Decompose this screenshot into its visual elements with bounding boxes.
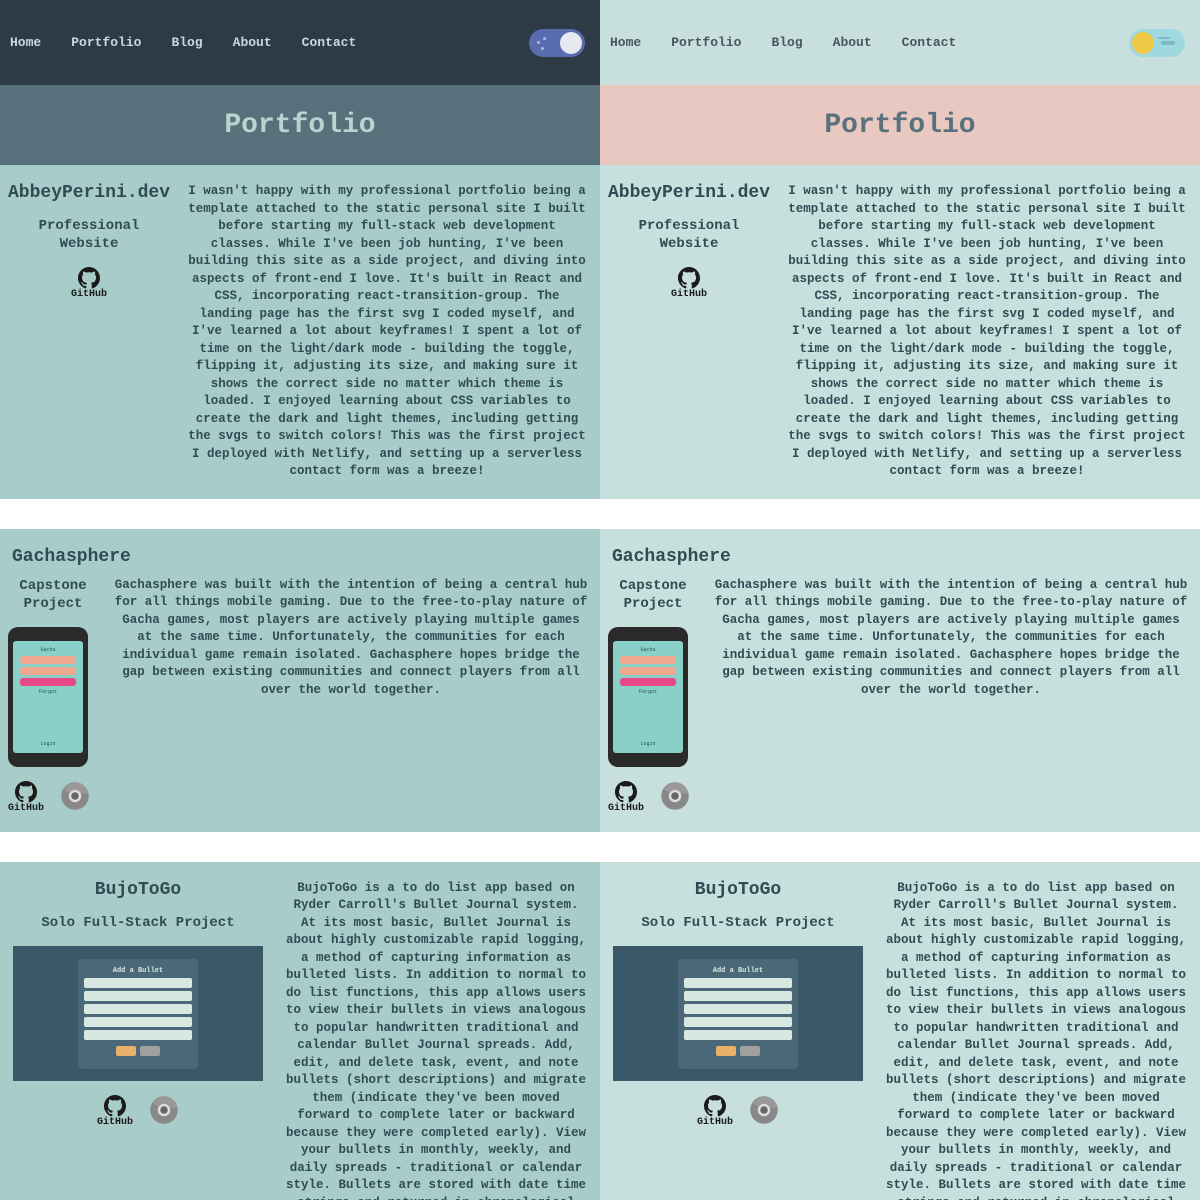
project-desc: I wasn't happy with my professional port… [182, 183, 592, 481]
github-icon[interactable]: GitHub [8, 781, 44, 814]
theme-toggle[interactable] [1129, 29, 1185, 57]
project-desc: I wasn't happy with my professional port… [782, 183, 1192, 481]
project-subtitle: Professional Website [8, 217, 170, 253]
project-subtitle: Solo Full-Stack Project [41, 914, 234, 932]
github-label: GitHub [71, 289, 107, 300]
nav-bar: Home Portfolio Blog About Contact [600, 0, 1200, 85]
chrome-icon[interactable] [660, 781, 690, 811]
github-label: GitHub [608, 803, 644, 814]
github-label: GitHub [697, 1117, 733, 1128]
github-icon[interactable]: GitHub [671, 267, 707, 300]
theme-toggle[interactable] [529, 29, 585, 57]
github-label: GitHub [8, 803, 44, 814]
project-subtitle: Professional Website [608, 217, 770, 253]
project-subtitle: Capstone Project [8, 577, 98, 613]
nav-home[interactable]: Home [610, 35, 641, 50]
mockup-text: Login [620, 741, 676, 747]
project-desc: Gachasphere was built with the intention… [110, 577, 592, 814]
hero: Portfolio [600, 85, 1200, 165]
moon-icon [560, 32, 582, 54]
project-card: BujoToGo Solo Full-Stack Project Add a B… [0, 862, 600, 1200]
project-card: Gachasphere Capstone Project Gacha Forgo… [600, 529, 1200, 832]
page-title: Portfolio [824, 110, 975, 141]
nav-blog[interactable]: Blog [171, 35, 202, 50]
project-title: Gachasphere [608, 547, 1192, 567]
mockup-label: Add a Bullet [713, 967, 763, 975]
bujo-mockup: Add a Bullet [613, 946, 863, 1081]
hero: Portfolio [0, 85, 600, 165]
nav-contact[interactable]: Contact [902, 35, 957, 50]
github-icon[interactable]: GitHub [71, 267, 107, 300]
github-icon[interactable]: GitHub [608, 781, 644, 814]
mockup-text: Forgot [620, 689, 676, 695]
mockup-text: Forgot [20, 689, 76, 695]
project-desc: BujoToGo is a to do list app based on Ry… [880, 880, 1192, 1200]
nav-portfolio[interactable]: Portfolio [671, 35, 741, 50]
mockup-text: Gacha [20, 647, 76, 653]
project-card: Gachasphere Capstone Project Gacha Forgo… [0, 529, 600, 832]
project-desc: Gachasphere was built with the intention… [710, 577, 1192, 814]
project-title: BujoToGo [695, 880, 781, 900]
chrome-icon[interactable] [149, 1095, 179, 1125]
project-subtitle: Solo Full-Stack Project [641, 914, 834, 932]
project-title: AbbeyPerini.dev [8, 183, 170, 203]
project-subtitle: Capstone Project [608, 577, 698, 613]
project-title: Gachasphere [8, 547, 592, 567]
project-desc: BujoToGo is a to do list app based on Ry… [280, 880, 592, 1200]
mockup-text: Login [20, 741, 76, 747]
project-card: AbbeyPerini.dev Professional Website Git… [0, 165, 600, 499]
bujo-mockup: Add a Bullet [13, 946, 263, 1081]
mockup-text: Gacha [620, 647, 676, 653]
github-label: GitHub [671, 289, 707, 300]
project-title: AbbeyPerini.dev [608, 183, 770, 203]
project-title: BujoToGo [95, 880, 181, 900]
mockup-label: Add a Bullet [113, 967, 163, 975]
github-label: GitHub [97, 1117, 133, 1128]
github-icon[interactable]: GitHub [697, 1095, 733, 1128]
nav-bar: Home Portfolio Blog About Contact [0, 0, 600, 85]
nav-home[interactable]: Home [10, 35, 41, 50]
github-icon[interactable]: GitHub [97, 1095, 133, 1128]
nav-portfolio[interactable]: Portfolio [71, 35, 141, 50]
project-card: AbbeyPerini.dev Professional Website Git… [600, 165, 1200, 499]
chrome-icon[interactable] [60, 781, 90, 811]
page-title: Portfolio [224, 110, 375, 141]
nav-blog[interactable]: Blog [771, 35, 802, 50]
project-card: BujoToGo Solo Full-Stack Project Add a B… [600, 862, 1200, 1200]
chrome-icon[interactable] [749, 1095, 779, 1125]
nav-about[interactable]: About [833, 35, 872, 50]
phone-mockup: Gacha Forgot Login [8, 627, 88, 767]
sun-icon [1132, 32, 1154, 54]
nav-about[interactable]: About [233, 35, 272, 50]
nav-contact[interactable]: Contact [302, 35, 357, 50]
phone-mockup: Gacha Forgot Login [608, 627, 688, 767]
